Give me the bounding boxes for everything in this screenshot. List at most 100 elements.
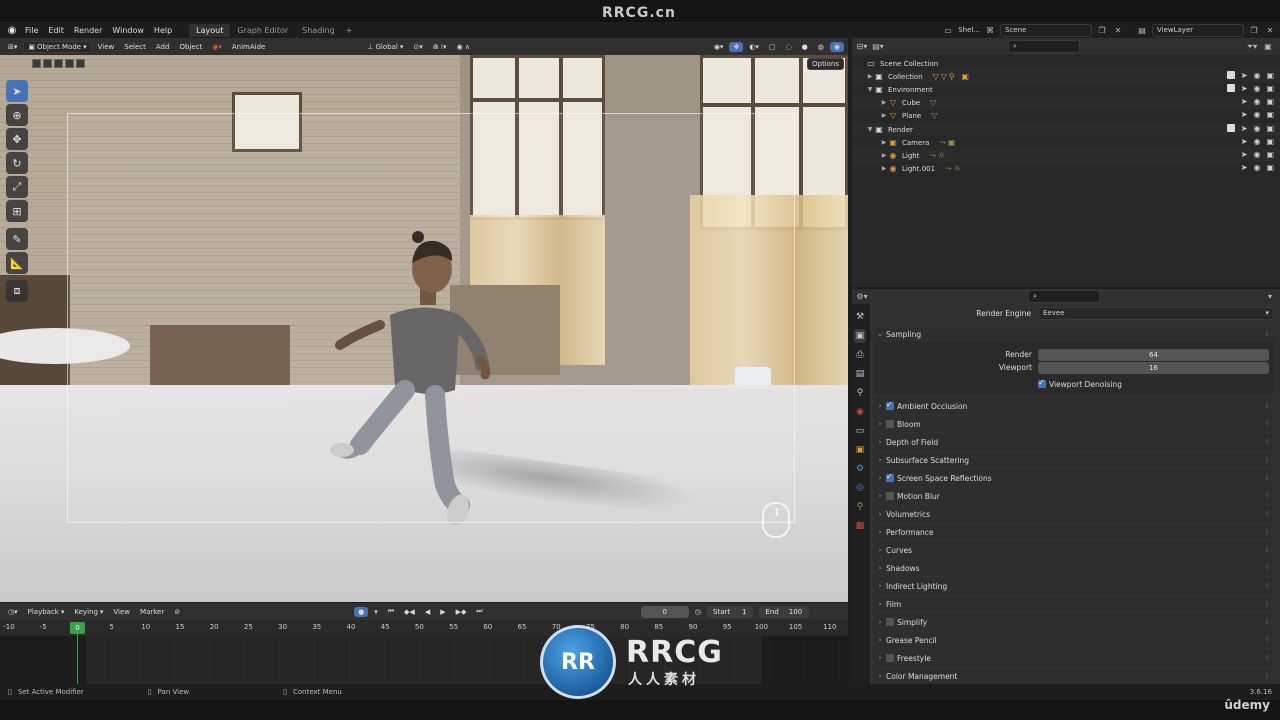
select-toggle-icon[interactable]: ➤ xyxy=(1241,124,1248,133)
menu-edit[interactable]: Edit xyxy=(43,26,69,35)
record-icon[interactable]: ● xyxy=(354,606,369,617)
auto-keying-icon[interactable]: ⊘ xyxy=(170,607,184,617)
drag-grip-icon[interactable]: ⁞⁞ xyxy=(1266,528,1270,536)
expand-arrow-icon[interactable]: ▶ xyxy=(866,73,874,80)
panel-volumetrics[interactable]: › Volumetrics ⁞⁞ xyxy=(874,506,1274,522)
drag-grip-icon[interactable]: ⁞⁞ xyxy=(1266,546,1270,554)
3d-viewport[interactable]: Options ➤ ⊕ ✥ ↻ ⤢ ⊞ ✎ 📐 ⧈ xyxy=(0,55,848,602)
collection-tab-icon[interactable]: ▭ xyxy=(854,424,866,438)
play-icon[interactable]: ▶ xyxy=(436,607,449,617)
cursor-tool-icon[interactable]: ⊕ xyxy=(6,104,28,126)
expand-arrow-icon[interactable]: ▶ xyxy=(880,139,888,146)
exclude-checkbox[interactable] xyxy=(1226,84,1235,92)
panel-color-management[interactable]: › Color Management ⁞⁞ xyxy=(874,668,1274,684)
playhead-line[interactable] xyxy=(77,628,78,684)
menu-object[interactable]: Object xyxy=(175,42,206,52)
menu-render[interactable]: Render xyxy=(69,26,107,35)
panel-indirect-lighting[interactable]: › Indirect Lighting ⁞⁞ xyxy=(874,578,1274,594)
shading-rendered-icon[interactable]: ◉ xyxy=(829,41,844,52)
snap-icon[interactable]: ⋒ ⁞▾ xyxy=(429,42,451,52)
select-toggle-icon[interactable]: ➤ xyxy=(1241,97,1248,106)
texture-tab-icon[interactable]: ▩ xyxy=(854,519,866,533)
modifier-tab-icon[interactable]: ⚙ xyxy=(854,462,866,476)
drag-grip-icon[interactable]: ⁞⁞ xyxy=(1266,654,1270,662)
transform-tool-icon[interactable]: ⊞ xyxy=(6,200,28,222)
checkbox-checked-icon[interactable] xyxy=(886,400,894,410)
drag-grip-icon[interactable]: ⁞⁞ xyxy=(1266,672,1270,680)
render-camera-icon[interactable]: ▣ xyxy=(1266,137,1274,146)
panel-bloom[interactable]: › Bloom ⁞⁞ xyxy=(874,416,1274,432)
panel-subsurface-scattering[interactable]: › Subsurface Scattering ⁞⁞ xyxy=(874,452,1274,468)
end-frame-field[interactable]: End 100 xyxy=(758,605,809,618)
jump-end-icon[interactable]: ⏭ xyxy=(472,606,486,617)
mode-selector[interactable]: ▣ Object Mode ▾ xyxy=(23,40,92,53)
menu-file[interactable]: File xyxy=(20,26,43,35)
current-frame-field[interactable]: 0 xyxy=(640,605,689,618)
visibility-icon[interactable]: ◉▾ xyxy=(710,42,728,52)
outliner-row-light[interactable]: ▶ ◉ Light ⤳☼ ➤ ◉ ▣ xyxy=(852,149,1280,162)
delete-view-layer-icon[interactable]: ✕ xyxy=(1264,24,1276,36)
tab-graph-editor[interactable]: Graph Editor xyxy=(230,24,295,37)
scene-icon[interactable]: ⌘ xyxy=(984,24,996,36)
screen-name[interactable]: Shel... xyxy=(958,26,980,34)
outliner-search-input[interactable]: ⌕ xyxy=(1008,40,1080,53)
panel-screen-space-reflections[interactable]: › Screen Space Reflections ⁞⁞ xyxy=(874,470,1274,486)
properties-search-input[interactable]: ⌕ xyxy=(1028,290,1100,303)
select-intersect-icon[interactable] xyxy=(76,59,85,68)
render-tab-icon[interactable]: ▣ xyxy=(854,329,866,343)
sampling-render-field[interactable]: 64 xyxy=(1038,348,1269,361)
select-box-tool-icon[interactable]: ➤ xyxy=(6,80,28,102)
outliner-row-render[interactable]: ▼ ▣ Render ➤ ◉ ▣ xyxy=(852,123,1280,136)
new-view-layer-icon[interactable]: ❐ xyxy=(1248,24,1260,36)
viewport-denoising-checkbox[interactable]: Viewport Denoising xyxy=(1038,378,1178,390)
prev-key-icon[interactable]: ◆◀ xyxy=(400,607,419,617)
select-invert-icon[interactable] xyxy=(65,59,74,68)
menu-add[interactable]: Add xyxy=(152,42,174,52)
render-camera-icon[interactable]: ▣ xyxy=(1266,124,1274,133)
menu-help[interactable]: Help xyxy=(149,26,177,35)
display-mode-icon[interactable]: ▤▾ xyxy=(872,41,884,53)
drag-grip-icon[interactable]: ⁞⁞ xyxy=(1266,330,1270,338)
shading-wire-icon[interactable]: ◌ xyxy=(782,42,796,52)
checkbox-unchecked-icon[interactable] xyxy=(886,654,894,662)
checkbox-unchecked-icon[interactable] xyxy=(886,492,894,500)
render-camera-icon[interactable]: ▣ xyxy=(1266,71,1274,80)
panel-curves[interactable]: › Curves ⁞⁞ xyxy=(874,542,1274,558)
eye-icon[interactable]: ◉ xyxy=(1253,163,1260,172)
chevron-down-icon[interactable]: ▾ xyxy=(1264,291,1276,303)
select-toggle-icon[interactable]: ➤ xyxy=(1241,71,1248,80)
drag-grip-icon[interactable]: ⁞⁞ xyxy=(1266,474,1270,482)
overlay-icon[interactable]: ◐▾ xyxy=(745,42,763,52)
menu-view[interactable]: View xyxy=(94,42,119,52)
sampling-viewport-field[interactable]: 16 xyxy=(1038,361,1269,374)
select-toggle-icon[interactable]: ➤ xyxy=(1241,150,1248,159)
drag-grip-icon[interactable]: ⁞⁞ xyxy=(1266,582,1270,590)
drag-grip-icon[interactable]: ⁞⁞ xyxy=(1266,636,1270,644)
render-camera-icon[interactable]: ▣ xyxy=(1266,84,1274,93)
menu-marker[interactable]: Marker xyxy=(136,607,168,617)
drag-grip-icon[interactable]: ⁞⁞ xyxy=(1266,420,1270,428)
panel-simplify[interactable]: › Simplify ⁞⁞ xyxy=(874,614,1274,630)
menu-window[interactable]: Window xyxy=(107,26,149,35)
gizmo-toggle-icon[interactable]: ✥ xyxy=(729,41,744,52)
select-toggle-icon[interactable]: ➤ xyxy=(1241,84,1248,93)
measure-tool-icon[interactable]: 📐 xyxy=(6,252,28,274)
rotate-tool-icon[interactable]: ↻ xyxy=(6,152,28,174)
view-layer-tab-icon[interactable]: ▤ xyxy=(854,367,866,381)
tab-shading[interactable]: Shading xyxy=(295,24,342,37)
select-toggle-icon[interactable]: ➤ xyxy=(1241,110,1248,119)
blender-logo-icon[interactable]: ◉ xyxy=(4,22,20,38)
xray-icon[interactable]: ▢ xyxy=(765,42,780,52)
drag-grip-icon[interactable]: ⁞⁞ xyxy=(1266,456,1270,464)
play-reverse-icon[interactable]: ◀ xyxy=(421,607,434,617)
render-engine-dropdown[interactable]: Eevee ▾ xyxy=(1038,306,1274,320)
eye-icon[interactable]: ◉ xyxy=(1253,150,1260,159)
view-layer-icon[interactable]: ▤ xyxy=(1136,24,1148,36)
tab-layout[interactable]: Layout xyxy=(189,23,231,37)
shading-solid-icon[interactable]: ● xyxy=(798,42,812,52)
select-extend-icon[interactable] xyxy=(43,59,52,68)
physics-tab-icon[interactable]: ◎ xyxy=(854,481,866,495)
panel-freestyle[interactable]: › Freestyle ⁞⁞ xyxy=(874,650,1274,666)
outliner-row-cube[interactable]: ▶ ▽ Cube ▽ ➤ ◉ ▣ xyxy=(852,96,1280,109)
pivot-icon[interactable]: ⊙▾ xyxy=(409,42,426,52)
